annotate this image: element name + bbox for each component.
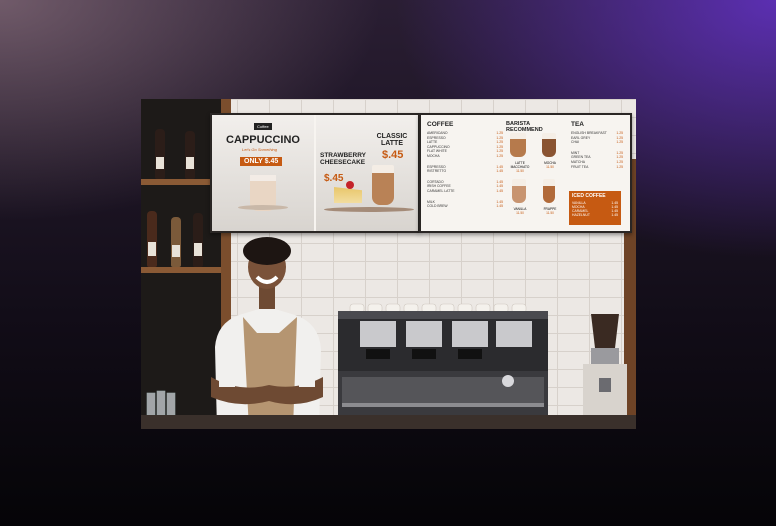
price-label: $.45	[324, 173, 344, 184]
drink-label: MOCHA 11.50	[544, 161, 556, 169]
espresso-machine	[338, 311, 553, 429]
coffee-grinder	[581, 314, 629, 429]
drink-label: FRAPPE 11.50	[543, 207, 557, 215]
tea-menu: TEA ENGLISH BREAKFAST 1.25 EARL GREY 1.25 …	[571, 121, 623, 169]
promo-cheesecake-latte: STRAWBERRY CHEESECAKE $.45 CLASSIC LATTE…	[316, 115, 418, 231]
shelf-board	[141, 179, 221, 185]
drink-label: LATTE MACCHIATO 11.50	[510, 161, 530, 173]
menu-screen-left: Coffee CAPPUCCINO Let's Go Something ONL…	[210, 113, 420, 233]
saucer	[238, 205, 288, 210]
promo-cappuccino: Coffee CAPPUCCINO Let's Go Something ONL…	[212, 115, 314, 231]
iced-coffee-panel: ICED COFFEE VANILLA 1.45 MOCHA 1.45 CARAME…	[569, 191, 621, 225]
drink-image	[542, 133, 556, 157]
promo-title: STRAWBERRY CHEESECAKE	[320, 152, 366, 166]
drink-image	[543, 179, 555, 203]
wine-bottle	[171, 217, 181, 267]
strawberry	[346, 181, 354, 189]
latte-glass	[372, 165, 394, 205]
section-heading: TEA	[571, 121, 584, 128]
tray	[324, 207, 414, 212]
coffee-menu: COFFEE AMERICANO 1.25 ESPRESSO 1.25 LATTE 1…	[427, 121, 503, 209]
promo-script: Let's Go Something	[242, 147, 278, 152]
section-heading: ICED COFFEE	[572, 193, 606, 199]
wine-bottle	[193, 213, 203, 267]
wine-bottle	[185, 131, 195, 179]
price-badge: ONLY $.45	[240, 157, 283, 166]
smiling-barista	[209, 237, 325, 429]
barista-recommend: BARISTA RECOMMEND LATTE MACCHIATO 11.50 M…	[506, 121, 568, 225]
wine-bottle	[155, 129, 165, 179]
menu-row: COLD BREW 1.45	[427, 204, 503, 209]
wine-bottle	[147, 211, 157, 267]
drink-image	[510, 133, 526, 157]
promo-title: CLASSIC LATTE	[376, 133, 408, 148]
coffee-logo: Coffee	[254, 123, 272, 130]
drink-label: VANILLA 11.50	[513, 207, 527, 215]
glassware	[145, 389, 185, 416]
cheesecake-slice	[334, 187, 362, 203]
section-heading: BARISTA RECOMMEND	[506, 121, 543, 133]
price-label: $.45	[382, 149, 404, 161]
counter	[141, 415, 636, 429]
menu-row: HAZELNUT 1.45	[572, 213, 618, 217]
menu-row: FRUIT TEA 1.25	[571, 164, 623, 169]
promo-title: CAPPUCCINO	[226, 134, 300, 146]
section-heading: COFFEE	[427, 121, 454, 128]
menu-screen-right: COFFEE AMERICANO 1.25 ESPRESSO 1.25 LATTE 1…	[419, 113, 632, 233]
drink-image	[512, 179, 526, 203]
cafe-photo: Coffee CAPPUCCINO Let's Go Something ONL…	[141, 99, 636, 429]
